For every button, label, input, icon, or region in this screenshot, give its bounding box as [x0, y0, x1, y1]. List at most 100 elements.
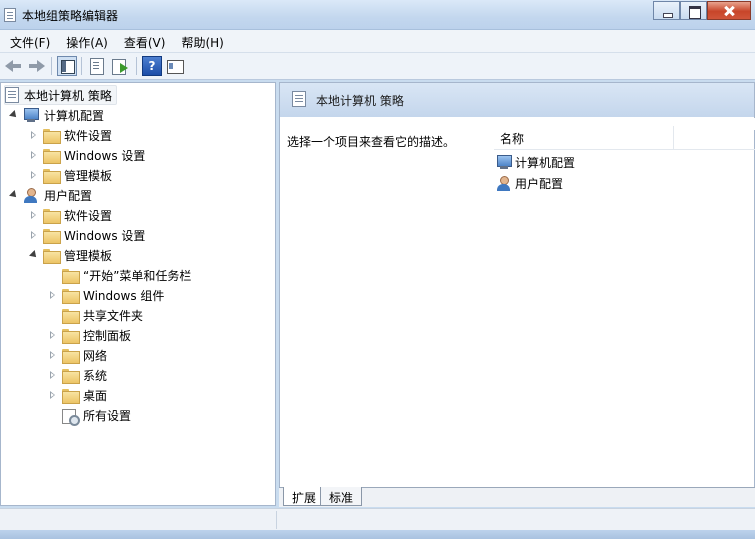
tree-item[interactable]: 桌面: [48, 385, 107, 405]
collapse-arrow-icon[interactable]: [29, 205, 39, 225]
tree-item[interactable]: 控制面板: [48, 325, 131, 345]
tree-item[interactable]: 管理模板: [29, 245, 112, 265]
folder-icon: [62, 288, 80, 304]
minimize-button[interactable]: [653, 1, 680, 20]
menu-view[interactable]: 查看(V): [118, 30, 172, 52]
user-icon: [496, 175, 512, 191]
collapse-arrow-icon[interactable]: [29, 125, 39, 145]
app-policy-icon: [4, 8, 16, 22]
folder-icon: [43, 208, 61, 224]
menu-help[interactable]: 帮助(H): [175, 30, 229, 52]
collapse-arrow-icon[interactable]: [29, 165, 39, 185]
tree-label: 计算机配置: [44, 108, 105, 123]
toolbar: ?: [0, 53, 755, 80]
collapse-arrow-icon[interactable]: [48, 345, 58, 365]
tree-label: Windows 设置: [64, 148, 146, 163]
menu-action[interactable]: 操作(A): [60, 30, 114, 52]
properties-icon[interactable]: [86, 56, 106, 76]
list-item[interactable]: 计算机配置: [496, 152, 575, 172]
close-button[interactable]: [707, 1, 751, 20]
all-settings-icon: [62, 407, 80, 426]
help-icon[interactable]: ?: [142, 56, 162, 76]
folder-icon: [43, 248, 61, 264]
details-header: 本地计算机 策略: [280, 83, 754, 117]
tree-root[interactable]: 本地计算机 策略: [4, 85, 117, 105]
tree-label: 管理模板: [64, 248, 113, 263]
expand-arrow-icon[interactable]: [9, 185, 19, 205]
tree-label: 共享文件夹: [83, 308, 144, 323]
expand-arrow-icon[interactable]: [29, 245, 39, 265]
collapse-arrow-icon[interactable]: [29, 225, 39, 245]
maximize-button[interactable]: [680, 1, 707, 20]
collapse-arrow-icon[interactable]: [48, 365, 58, 385]
tree-item[interactable]: Windows 组件: [48, 285, 164, 305]
computer-icon: [496, 154, 512, 170]
forward-icon[interactable]: [26, 56, 46, 76]
tree-label: 系统: [83, 368, 108, 383]
description-text: 选择一个项目来查看它的描述。: [287, 135, 456, 149]
user-icon: [23, 187, 39, 203]
back-icon[interactable]: [4, 56, 24, 76]
export-list-icon[interactable]: [110, 56, 130, 76]
tree-label: 用户配置: [44, 188, 93, 203]
tree-item[interactable]: 软件设置: [29, 125, 112, 145]
column-header: 名称: [494, 126, 755, 150]
column-name-header[interactable]: 名称: [494, 126, 674, 149]
tree-label: Windows 设置: [64, 228, 146, 243]
tree-item[interactable]: 软件设置: [29, 205, 112, 225]
toolbar-separator: [51, 57, 52, 75]
tree-item[interactable]: Windows 设置: [29, 145, 145, 165]
policy-icon: [292, 91, 306, 107]
filter-view-icon[interactable]: [165, 56, 185, 76]
list-item[interactable]: 用户配置: [496, 173, 563, 193]
tab-standard[interactable]: 标准: [320, 487, 363, 506]
tree-label: 软件设置: [64, 208, 113, 223]
window-controls: [653, 1, 751, 20]
collapse-arrow-icon[interactable]: [48, 385, 58, 405]
collapse-arrow-icon[interactable]: [48, 325, 58, 345]
tree-item[interactable]: 所有设置: [48, 405, 131, 426]
tree-user-config[interactable]: 用户配置: [9, 185, 92, 205]
folder-icon: [62, 348, 80, 364]
expand-arrow-icon[interactable]: [9, 105, 19, 125]
window-bottom-frame: [0, 530, 755, 539]
folder-icon: [62, 268, 80, 284]
menu-file[interactable]: 文件(F): [4, 30, 56, 52]
folder-icon: [62, 308, 80, 324]
toolbar-separator: [81, 57, 82, 75]
tab-extended[interactable]: 扩展: [283, 487, 326, 506]
folder-icon: [62, 328, 80, 344]
tree-item[interactable]: “开始”菜单和任务栏: [48, 265, 191, 285]
tree-item[interactable]: 共享文件夹: [48, 305, 143, 325]
details-pane: 本地计算机 策略 选择一个项目来查看它的描述。 名称 计算机配置 用户配置: [279, 82, 755, 506]
menu-bar: 文件(F) 操作(A) 查看(V) 帮助(H): [0, 30, 755, 53]
folder-icon: [43, 148, 61, 164]
folder-icon: [43, 168, 61, 184]
policy-icon: [5, 87, 19, 103]
tree-pane[interactable]: 本地计算机 策略 计算机配置 软件设置 Windows 设置 管理模板 用户配置…: [0, 82, 276, 506]
tree-item[interactable]: 管理模板: [29, 165, 112, 185]
folder-icon: [43, 128, 61, 144]
toolbar-separator: [136, 57, 137, 75]
list-item-label: 用户配置: [515, 176, 564, 191]
folder-icon: [62, 368, 80, 384]
collapse-arrow-icon[interactable]: [29, 145, 39, 165]
tree-label: “开始”菜单和任务栏: [83, 268, 192, 283]
tree-label: 软件设置: [64, 128, 113, 143]
tree-computer-config[interactable]: 计算机配置: [9, 105, 104, 125]
tree-item[interactable]: Windows 设置: [29, 225, 145, 245]
tree-item[interactable]: 系统: [48, 365, 107, 385]
item-list[interactable]: 名称 计算机配置 用户配置: [484, 118, 755, 488]
status-bar: [0, 508, 755, 530]
tree-root-label: 本地计算机 策略: [24, 88, 112, 103]
folder-icon: [43, 228, 61, 244]
computer-icon: [23, 107, 39, 123]
tree-label: 桌面: [83, 388, 108, 403]
tree-item[interactable]: 网络: [48, 345, 107, 365]
collapse-arrow-icon[interactable]: [48, 285, 58, 305]
show-hide-tree-icon[interactable]: [57, 56, 77, 76]
window-title: 本地组策略编辑器: [22, 9, 119, 23]
